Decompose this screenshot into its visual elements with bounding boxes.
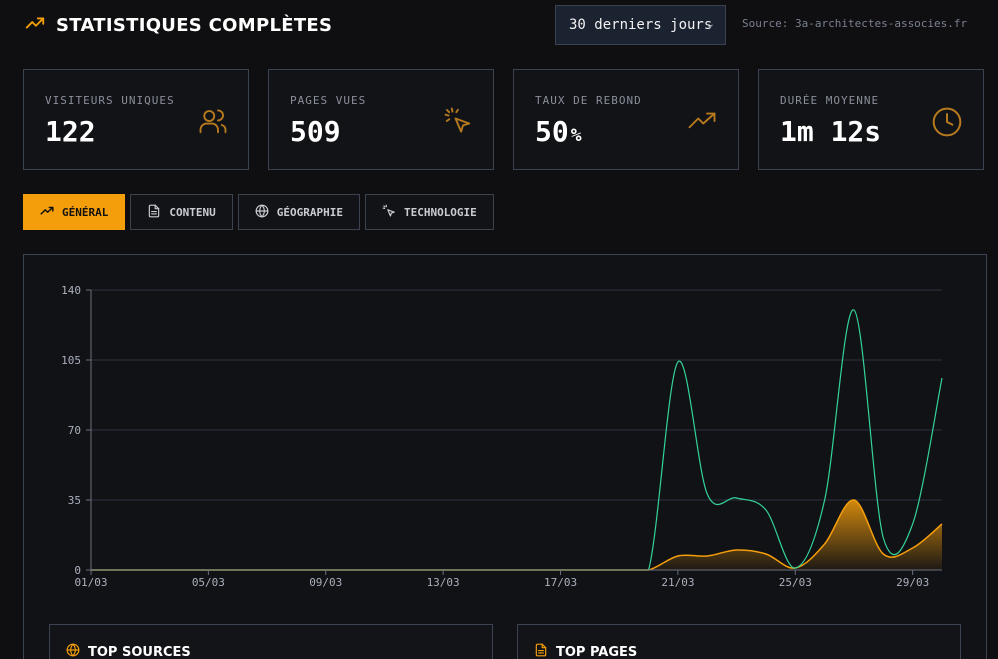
stat-value: 122: [45, 115, 96, 148]
stat-value: 1m 12s: [780, 115, 882, 148]
trending-up-icon: [24, 12, 46, 38]
y-tick-label: 140: [61, 284, 81, 297]
series-line-visitors: [91, 309, 943, 571]
x-tick-label: 21/03: [661, 576, 694, 589]
x-tick-label: 01/03: [74, 576, 107, 589]
globe-icon: [255, 204, 269, 221]
tab-technologie[interactable]: TECHNOLOGIE: [364, 194, 494, 230]
tab-label: GÉNÉRAL: [62, 205, 109, 219]
globe-icon: [66, 643, 80, 659]
stat-number: 50: [535, 115, 569, 148]
panel-title-label: TOP SOURCES: [88, 644, 191, 659]
title-wrap: STATISTIQUES COMPLÈTES: [24, 12, 332, 38]
clock-icon: [931, 106, 963, 142]
y-tick-label: 105: [61, 354, 81, 367]
x-tick-label: 29/03: [896, 576, 929, 589]
tab-contenu[interactable]: CONTENU: [130, 194, 233, 230]
x-tick-label: 17/03: [544, 576, 577, 589]
tab-general[interactable]: GÉNÉRAL: [23, 194, 126, 230]
trending-up-icon: [686, 106, 718, 140]
panel-title: TOP SOURCES: [66, 643, 191, 659]
stat-card-visitors: VISITEURS UNIQUES 122: [23, 69, 249, 170]
stat-value: 509: [290, 115, 341, 148]
y-tick-label: 70: [68, 424, 81, 437]
top-sources-panel: TOP SOURCES: [49, 624, 493, 659]
tab-label: TECHNOLOGIE: [403, 205, 477, 219]
stat-card-pageviews: PAGES VUES 509: [268, 69, 494, 170]
tab-geographie[interactable]: GÉOGRAPHIE: [237, 194, 360, 230]
series-area-pages: [91, 499, 942, 570]
stat-unit: %: [570, 125, 582, 146]
header: STATISTIQUES COMPLÈTES 30 derniers jours…: [0, 0, 998, 50]
panel-title-label: TOP PAGES: [556, 644, 638, 659]
x-tick-label: 05/03: [192, 576, 225, 589]
users-icon: [198, 106, 228, 140]
chart-container: 0 35 70 105 140 01/03 05/03 09/03 13/03 17/03 21/0…: [23, 254, 987, 659]
x-tick-label: 09/03: [309, 576, 342, 589]
document-icon: [534, 643, 548, 659]
pointer-click-icon: [382, 204, 396, 221]
source-label: Source: 3a-architectes-associes.fr: [742, 17, 968, 30]
stat-card-bounce: TAUX DE REBOND 50%: [513, 69, 739, 170]
stat-value: 50%: [535, 115, 582, 148]
x-tick-label: 25/03: [779, 576, 812, 589]
period-select[interactable]: 30 derniers jours: [555, 5, 726, 45]
stats-cards: VISITEURS UNIQUES 122 PAGES VUES 509 TAU…: [23, 69, 984, 170]
panel-title: TOP PAGES: [534, 643, 637, 659]
chevron-down-icon: [705, 19, 715, 35]
page-title: STATISTIQUES COMPLÈTES: [56, 14, 333, 36]
tab-bar: GÉNÉRAL CONTENU GÉOGRAPHIE TECHNOLOGIE: [23, 194, 494, 230]
x-tick-label: 13/03: [427, 576, 460, 589]
tab-label: GÉOGRAPHIE: [276, 205, 343, 219]
visits-chart: 0357010514001/03 05/03 09/03 13/03 17/03 21/0…: [61, 284, 943, 589]
stat-label: VISITEURS UNIQUES: [45, 94, 175, 107]
stat-card-duration: DURÉE MOYENNE 1m 12s: [758, 69, 984, 170]
document-icon: [147, 204, 161, 221]
stat-label: DURÉE MOYENNE: [780, 94, 880, 107]
stat-label: PAGES VUES: [290, 94, 367, 107]
stat-label: TAUX DE REBOND: [535, 94, 642, 107]
period-select-value: 30 derniers jours: [569, 17, 713, 33]
trending-up-icon: [40, 204, 54, 221]
tab-label: CONTENU: [169, 205, 216, 219]
top-pages-panel: TOP PAGES: [517, 624, 961, 659]
y-tick-label: 35: [68, 494, 81, 507]
pointer-click-icon: [443, 106, 473, 140]
